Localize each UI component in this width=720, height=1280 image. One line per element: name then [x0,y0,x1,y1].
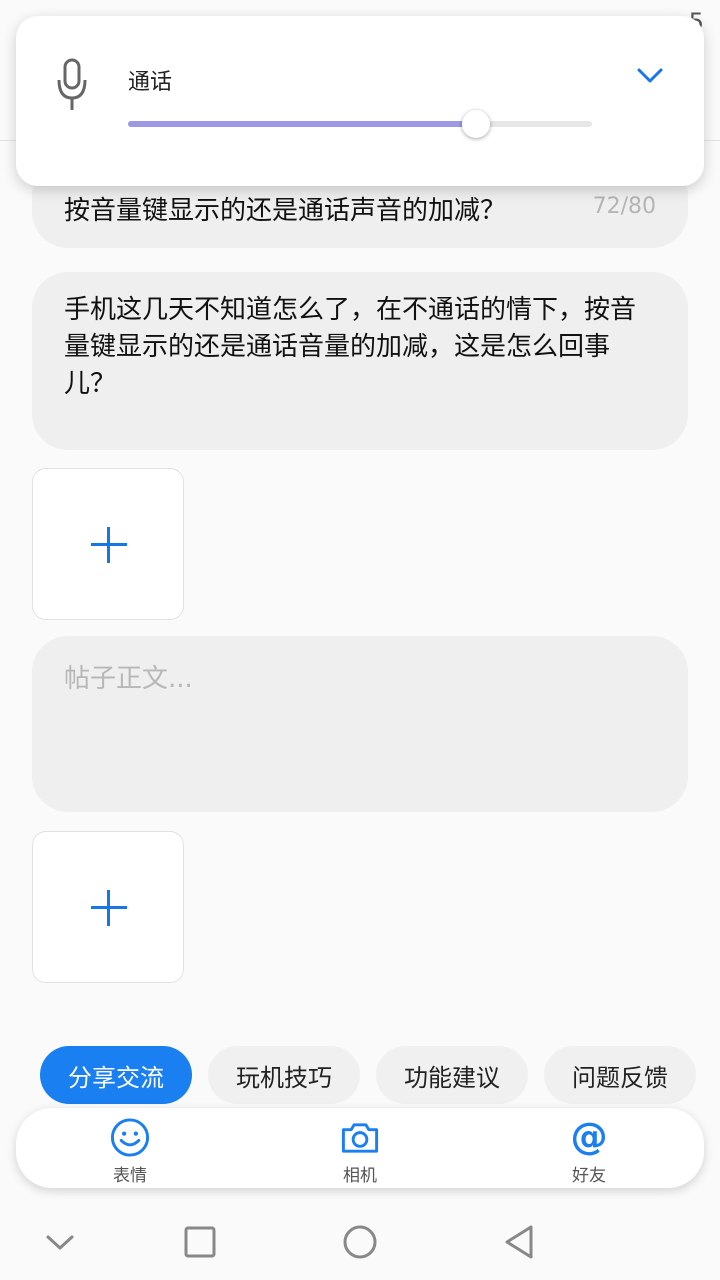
chip-suggestions[interactable]: 功能建议 [376,1046,528,1104]
camera-label: 相机 [343,1166,377,1186]
add-image-button[interactable] [32,468,184,620]
mention-friend-button[interactable]: @ 好友 [539,1116,639,1186]
home-circle-icon[interactable] [340,1222,380,1262]
smiley-icon [110,1118,150,1157]
volume-slider[interactable] [128,110,592,138]
camera-button[interactable]: 相机 [310,1116,410,1186]
volume-slider-fill [128,121,476,127]
chevron-down-icon[interactable] [636,66,664,86]
camera-icon [341,1123,379,1153]
post-body-placeholder: 帖子正文... [64,664,193,694]
chip-feedback[interactable]: 问题反馈 [544,1046,696,1104]
post-body-field[interactable]: 帖子正文... [32,636,688,812]
hide-nav-chevron-icon[interactable] [40,1222,80,1262]
chip-share[interactable]: 分享交流 [40,1046,192,1104]
category-chips: 分享交流 玩机技巧 功能建议 问题反馈 [0,1046,720,1104]
emoji-button[interactable]: 表情 [80,1116,180,1186]
title-char-counter: 72/80 [592,194,656,219]
back-triangle-icon[interactable] [500,1222,540,1262]
chip-tips[interactable]: 玩机技巧 [208,1046,360,1104]
add-image-button-2[interactable] [32,831,184,983]
volume-slider-thumb[interactable] [462,110,490,138]
volume-stream-label: 通话 [128,70,173,95]
microphone-icon [56,58,88,114]
emoji-label: 表情 [113,1166,147,1186]
recents-square-icon[interactable] [180,1222,220,1262]
friend-label: 好友 [572,1166,606,1186]
title-text: 按音量键显示的还是通话声音的加减？ [64,196,507,226]
question-text: 手机这几天不知道怎么了，在不通话的情下，按音量键显示的还是通话音量的加减，这是怎… [64,295,637,399]
system-nav-bar [0,1200,720,1280]
compose-toolbar: 表情 相机 @ 好友 [16,1108,704,1188]
question-field[interactable]: 手机这几天不知道怎么了，在不通话的情下，按音量键显示的还是通话音量的加减，这是怎… [32,272,688,450]
at-icon: @ [570,1116,607,1158]
screen: 5 通话 按音量键显示的还是通话声音的加减？ 72/80 手机这几天不知道怎么了… [0,0,720,1280]
volume-panel: 通话 [16,16,704,186]
svg-text:@: @ [570,1116,607,1158]
